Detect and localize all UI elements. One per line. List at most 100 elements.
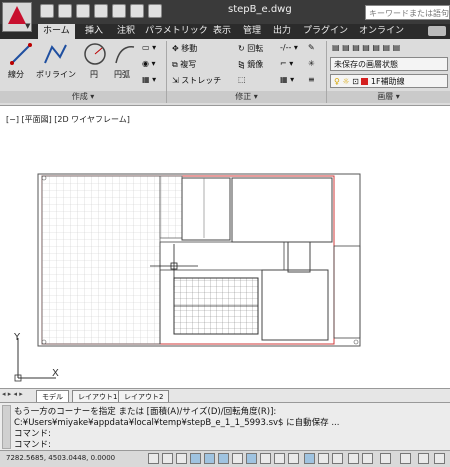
lock-icon: ⊡ xyxy=(352,77,359,86)
chevron-down-icon: ▼ xyxy=(25,22,31,30)
toolbar-lock-icon[interactable] xyxy=(418,453,429,464)
tab-online[interactable]: オンライン xyxy=(354,24,409,39)
ribbon-tabs: ホーム 挿入 注釈 パラメトリック 表示 管理 出力 プラグイン オンライン xyxy=(32,24,450,39)
layers-panel-title[interactable]: 画層 ▾ xyxy=(327,91,450,103)
polyline-tool-icon[interactable] xyxy=(42,41,68,67)
scale-tool-icon[interactable]: ⬚ xyxy=(238,75,246,84)
status-bar: 7282.5685, 4503.0448, 0.0000 xyxy=(0,450,450,467)
rotate-icon: ↻ xyxy=(238,44,245,53)
layer-state-dropdown[interactable]: 未保存の画層状態 xyxy=(330,57,448,71)
command-line-grip[interactable] xyxy=(2,405,11,449)
copy-label: 複写 xyxy=(180,60,197,69)
stretch-icon: ⇲ xyxy=(172,76,179,85)
tab-manage[interactable]: 管理 xyxy=(238,24,266,39)
rotate-tool[interactable]: ↻ 回転 xyxy=(238,43,263,54)
title-bar: stepB_e.dwg キーワードまたは語句を xyxy=(0,0,450,24)
open-file-icon[interactable] xyxy=(58,4,72,18)
ribbon-toggle-button[interactable] xyxy=(428,26,446,36)
line-tool-label[interactable]: 線分 xyxy=(8,69,24,80)
dynamic-ucs-icon[interactable] xyxy=(232,453,243,464)
tab-annotate[interactable]: 注釈 xyxy=(112,24,140,39)
dynamic-input-icon[interactable] xyxy=(246,453,257,464)
rectangle-tool-icon[interactable]: ▭ ▾ xyxy=(142,43,156,52)
tab-plugins[interactable]: プラグイン xyxy=(298,24,353,39)
ortho-mode-icon[interactable] xyxy=(176,453,187,464)
move-icon: ✥ xyxy=(172,44,179,53)
sun-icon: ☼ xyxy=(342,77,350,86)
copy-icon: ⧉ xyxy=(172,60,178,69)
erase-tool-icon[interactable]: ✎ xyxy=(308,43,315,52)
fillet-tool-icon[interactable]: ⌐ ▾ xyxy=(280,59,293,68)
lightbulb-icon: ♀ xyxy=(334,77,340,86)
copy-tool[interactable]: ⧉ 複写 xyxy=(172,59,196,70)
model-space-icon[interactable] xyxy=(304,453,315,464)
command-line-window: もう一方のコーナーを指定 または [面積(A)/サイズ(D)/回転角度(R)]:… xyxy=(0,402,450,451)
hatch-tool-icon[interactable]: ◉ ▾ xyxy=(142,59,156,68)
print-icon[interactable] xyxy=(112,4,126,18)
array-tool-icon[interactable]: ▦ ▾ xyxy=(280,75,294,84)
window-title: stepB_e.dwg xyxy=(228,4,292,15)
save-as-icon[interactable] xyxy=(94,4,108,18)
tab-insert[interactable]: 挿入 xyxy=(80,24,108,39)
layout-tabs-bar: ◂ ▸ ◂ ▸ モデル レイアウト1 レイアウト2 xyxy=(0,388,450,403)
redo-icon[interactable] xyxy=(148,4,162,18)
move-tool[interactable]: ✥ 移動 xyxy=(172,43,197,54)
application-menu-button[interactable]: ▼ xyxy=(2,2,32,32)
pan-icon[interactable] xyxy=(348,453,359,464)
save-icon[interactable] xyxy=(76,4,90,18)
annotation-scale-icon[interactable] xyxy=(380,453,391,464)
polar-tracking-icon[interactable] xyxy=(190,453,201,464)
mirror-icon: ⧎ xyxy=(238,60,245,69)
arc-tool-icon[interactable] xyxy=(112,41,138,67)
transparency-icon[interactable] xyxy=(274,453,285,464)
move-label: 移動 xyxy=(181,44,198,53)
layout-nav-arrows-icon[interactable]: ◂ ▸ ◂ ▸ xyxy=(2,390,23,398)
draw-panel-title[interactable]: 作成 ▾ xyxy=(0,91,166,103)
command-input[interactable]: コマンド: xyxy=(14,438,444,450)
tab-parametric[interactable]: パラメトリック xyxy=(140,24,213,39)
quick-view-drawings-icon[interactable] xyxy=(332,453,343,464)
stretch-tool[interactable]: ⇲ ストレッチ xyxy=(172,75,221,86)
quick-view-layouts-icon[interactable] xyxy=(318,453,329,464)
layer-color-swatch xyxy=(361,78,369,85)
grid-display-icon[interactable] xyxy=(162,453,173,464)
current-layer-dropdown[interactable]: ♀ ☼ ⊡ 1F補助線 xyxy=(330,74,448,88)
arc-tool-label[interactable]: 円弧 xyxy=(114,69,130,80)
current-layer-name: 1F補助線 xyxy=(370,77,405,86)
mirror-tool[interactable]: ⧎ 鏡像 xyxy=(238,59,263,70)
line-tool-icon[interactable] xyxy=(8,41,34,67)
new-file-icon[interactable] xyxy=(40,4,54,18)
tab-home[interactable]: ホーム xyxy=(38,24,75,39)
search-input[interactable]: キーワードまたは語句を xyxy=(365,5,450,20)
circle-tool-label[interactable]: 円 xyxy=(90,69,98,80)
lineweight-icon[interactable] xyxy=(260,453,271,464)
stretch-label: ストレッチ xyxy=(181,76,222,85)
quick-access-toolbar xyxy=(40,4,162,20)
mirror-label: 鏡像 xyxy=(247,60,264,69)
explode-tool-icon[interactable]: ✳ xyxy=(308,59,315,68)
ucs-y-label: Y xyxy=(14,332,21,343)
object-snap-tracking-icon[interactable] xyxy=(218,453,229,464)
trim-tool-icon[interactable]: -/-- ▾ xyxy=(280,43,298,52)
offset-tool-icon[interactable]: ≡ xyxy=(308,75,315,84)
snap-mode-icon[interactable] xyxy=(148,453,159,464)
tab-output[interactable]: 出力 xyxy=(268,24,296,39)
quick-properties-icon[interactable] xyxy=(288,453,299,464)
table-tool-icon[interactable]: ▦ ▾ xyxy=(142,75,156,84)
object-snap-icon[interactable] xyxy=(204,453,215,464)
ucs-x-label: X xyxy=(52,368,59,379)
rotate-label: 回転 xyxy=(247,44,264,53)
undo-icon[interactable] xyxy=(130,4,144,18)
drawing-canvas[interactable]: [−] [平面図] [2D ワイヤフレーム] Y X xyxy=(0,106,450,388)
layer-properties-icon[interactable]: ▤ ▤ ▤ ▤ ▤ ▤ ▤ xyxy=(332,43,400,52)
circle-tool-icon[interactable] xyxy=(82,41,108,67)
autocad-logo-icon xyxy=(8,6,26,24)
zoom-icon[interactable] xyxy=(362,453,373,464)
polyline-tool-label[interactable]: ポリライン xyxy=(36,69,76,80)
modify-panel-title[interactable]: 修正 ▾ xyxy=(167,91,326,103)
clean-screen-icon[interactable] xyxy=(434,453,445,464)
ribbon-home-panel: 線分 ポリライン 円 円弧 ▭ ▾ ◉ ▾ ▦ ▾ ✥ 移動 ⧉ 複写 ⇲ スト… xyxy=(0,39,450,106)
tab-view[interactable]: 表示 xyxy=(208,24,236,39)
workspace-switching-icon[interactable] xyxy=(400,453,411,464)
coordinate-readout: 7282.5685, 4503.0448, 0.0000 xyxy=(6,454,116,462)
